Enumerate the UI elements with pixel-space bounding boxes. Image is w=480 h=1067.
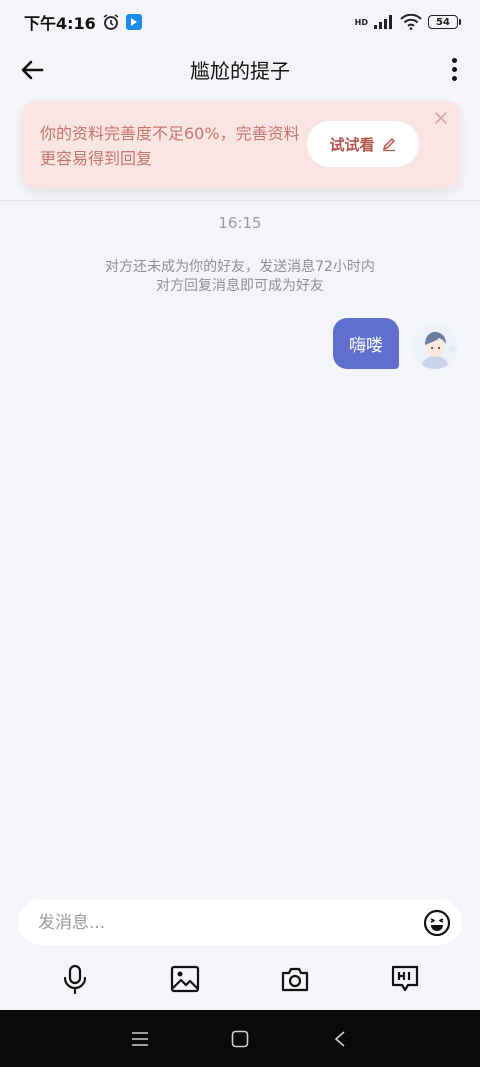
system-note: 对方还未成为你的好友，发送消息72小时内 对方回复消息即可成为好友 bbox=[0, 258, 480, 296]
message-text: 嗨喽 bbox=[349, 336, 383, 356]
camera-button[interactable] bbox=[275, 959, 315, 999]
status-time: 下午4:16 bbox=[24, 14, 96, 33]
system-nav-bar bbox=[0, 1010, 480, 1067]
user-avatar-icon bbox=[412, 323, 458, 369]
status-bar: 下午4:16 HD 54 bbox=[0, 0, 480, 44]
system-note-line: 对方回复消息即可成为好友 bbox=[156, 278, 324, 294]
try-it-button[interactable]: 试试看 bbox=[307, 121, 419, 167]
image-button[interactable] bbox=[165, 959, 205, 999]
home-button[interactable] bbox=[225, 1024, 255, 1054]
message-input[interactable] bbox=[38, 912, 422, 933]
more-vertical-icon[interactable] bbox=[442, 54, 466, 84]
back-arrow-icon[interactable] bbox=[18, 56, 46, 84]
pencil-icon bbox=[382, 138, 395, 152]
battery-indicator: 54 bbox=[428, 15, 461, 29]
emoji-icon[interactable] bbox=[422, 908, 452, 938]
chat-toolbar bbox=[0, 954, 480, 1004]
try-it-label: 试试看 bbox=[329, 135, 375, 154]
system-note-line: 对方还未成为你的好友，发送消息72小时内 bbox=[105, 259, 375, 275]
wifi-icon bbox=[400, 14, 422, 30]
menu-icon bbox=[132, 1031, 148, 1046]
sent-message-bubble[interactable]: 嗨喽 bbox=[333, 318, 399, 369]
profile-completion-banner: 你的资料完善度不足60%，完善资料更容易得到回复 试试看 bbox=[22, 101, 460, 188]
close-icon[interactable] bbox=[434, 111, 448, 125]
hi-icon bbox=[391, 965, 419, 992]
voice-button[interactable] bbox=[55, 959, 95, 999]
page-title: 尴尬的提子 bbox=[190, 58, 290, 83]
microphone-icon bbox=[63, 964, 87, 994]
recent-apps-button[interactable] bbox=[125, 1024, 155, 1054]
banner-text: 你的资料完善度不足60%，完善资料更容易得到回复 bbox=[40, 124, 300, 168]
battery-level: 54 bbox=[436, 16, 450, 28]
alarm-icon bbox=[103, 14, 119, 30]
camera-icon bbox=[281, 967, 309, 992]
signal-icon bbox=[374, 15, 392, 29]
message-input-bar bbox=[18, 900, 462, 945]
message-timestamp: 16:15 bbox=[218, 214, 262, 232]
app-notification-icon bbox=[125, 14, 142, 30]
avatar[interactable] bbox=[412, 323, 458, 369]
chat-header: 尴尬的提子 bbox=[0, 44, 480, 94]
hd-label: HD bbox=[354, 17, 368, 27]
home-square-icon bbox=[231, 1030, 249, 1047]
nav-back-button[interactable] bbox=[325, 1024, 355, 1054]
image-icon bbox=[170, 965, 200, 993]
chevron-left-icon bbox=[334, 1030, 345, 1047]
hi-button[interactable] bbox=[385, 959, 425, 999]
divider bbox=[0, 200, 480, 201]
